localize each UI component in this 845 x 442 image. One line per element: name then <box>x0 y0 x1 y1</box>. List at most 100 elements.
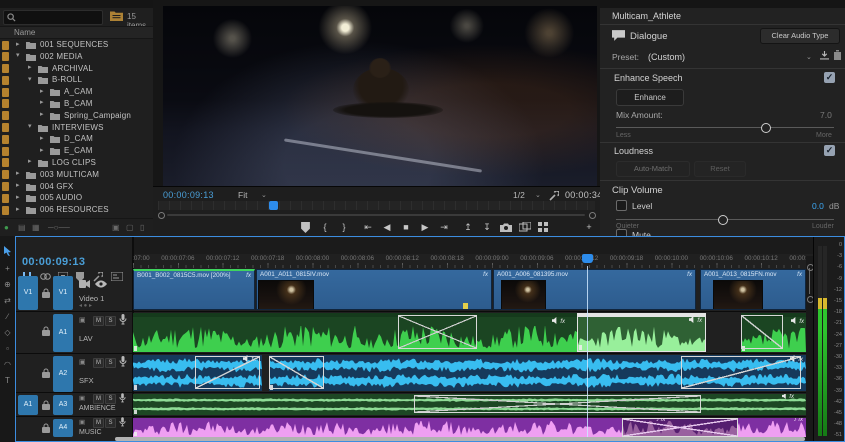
lift-button[interactable]: ↥ <box>460 220 476 234</box>
label-color-chip[interactable] <box>2 182 9 191</box>
twirl-icon[interactable]: ▸ <box>40 110 44 120</box>
monitor-timecode[interactable]: 00:00:09:13 <box>163 190 214 200</box>
zoom-level-select[interactable]: Fit <box>238 190 247 200</box>
settings-wrench-icon[interactable] <box>549 191 559 201</box>
label-color-chip[interactable] <box>2 170 9 179</box>
monitor-scrollbar[interactable] <box>167 214 585 216</box>
enhance-button[interactable]: Enhance <box>616 89 684 106</box>
mark-out-button[interactable]: } <box>336 220 352 234</box>
video-clip[interactable]: A001_A006_081395.mov fx <box>493 269 696 310</box>
extract-button[interactable]: ↧ <box>479 220 495 234</box>
twirl-icon[interactable]: ▾ <box>28 122 32 132</box>
add-button[interactable]: + <box>581 220 597 234</box>
keyframe-nav-icons[interactable]: ◂ ● ▸ <box>79 302 92 309</box>
tree-item-002-media[interactable]: ▾002 MEDIA <box>0 51 153 63</box>
audio-crossfade-transition[interactable] <box>398 315 477 349</box>
track-target-a4[interactable]: A4 <box>53 419 73 437</box>
level-slider-thumb[interactable] <box>718 215 728 225</box>
track-target-a1[interactable]: A1 <box>53 314 73 352</box>
linked-selection-icon[interactable] <box>40 272 51 281</box>
go-to-out-button[interactable]: ⇥ <box>436 220 452 234</box>
track-name[interactable]: AMBIENCE <box>79 405 116 412</box>
add-marker-icon[interactable] <box>301 222 310 233</box>
mix-amount-slider-thumb[interactable] <box>761 123 771 133</box>
pen-tool[interactable]: ▫ <box>0 344 15 353</box>
loudness-checkbox[interactable]: ✓ <box>824 145 835 156</box>
solo-track-button[interactable]: S <box>105 418 116 428</box>
lock-icon[interactable] <box>42 288 50 298</box>
label-color-chip[interactable] <box>2 194 9 203</box>
monitor-mini-timeline[interactable] <box>158 201 595 210</box>
label-color-chip[interactable] <box>2 135 9 144</box>
bin-icon[interactable] <box>110 10 123 21</box>
label-color-chip[interactable] <box>2 123 9 132</box>
voiceover-mic-icon[interactable] <box>119 417 126 427</box>
captions-icon[interactable] <box>111 272 123 281</box>
search-input[interactable] <box>3 10 103 25</box>
level-checkbox[interactable] <box>616 200 627 211</box>
solo-track-button[interactable]: S <box>105 394 116 404</box>
audio-fade-out[interactable] <box>195 356 260 389</box>
tree-item-005-audio[interactable]: ▸005 AUDIO <box>0 192 153 204</box>
source-patch-v1[interactable]: V1 <box>18 276 38 310</box>
twirl-icon[interactable]: ▸ <box>28 63 32 73</box>
twirl-icon[interactable]: ▸ <box>40 98 44 108</box>
new-bin-icon[interactable]: ▣ <box>112 223 120 232</box>
track-name[interactable]: MUSIC <box>79 429 102 436</box>
label-color-chip[interactable] <box>2 52 9 61</box>
chevron-down-icon[interactable]: ⌄ <box>806 53 812 61</box>
tree-item-interviews[interactable]: ▾INTERVIEWS <box>0 122 153 134</box>
tree-item-a-cam[interactable]: ▸A_CAM <box>0 86 153 98</box>
twirl-icon[interactable]: ▾ <box>28 75 32 85</box>
resolution-select[interactable]: 1/2 <box>513 190 525 200</box>
track-name[interactable]: LAV <box>79 334 93 343</box>
tree-item-006-resources[interactable]: ▸006 RESOURCES <box>0 204 153 216</box>
label-color-chip[interactable] <box>2 111 9 120</box>
selection-tool[interactable] <box>4 246 12 256</box>
twirl-icon[interactable]: ▸ <box>16 205 20 215</box>
hand-tool[interactable]: ◠ <box>0 360 15 369</box>
keyframe-icon[interactable]: ▣ <box>79 358 86 366</box>
source-patch-a1[interactable]: A1 <box>18 395 38 415</box>
level-value[interactable]: 0.0 <box>812 201 824 211</box>
twirl-icon[interactable]: ▸ <box>40 87 44 97</box>
play-stop-button[interactable]: ■ <box>398 220 414 234</box>
twirl-icon[interactable]: ▸ <box>16 181 20 191</box>
toggle-track-output-eye-icon[interactable] <box>95 280 107 288</box>
twirl-icon[interactable]: ▸ <box>16 169 20 179</box>
mix-amount-value[interactable]: 7.0 <box>820 110 832 120</box>
twirl-icon[interactable]: ▸ <box>16 40 20 50</box>
zoom-slider[interactable]: ─○── <box>48 223 70 232</box>
timeline-timecode[interactable]: 00:00:09:13 <box>22 256 85 268</box>
audio-fade-in[interactable] <box>269 356 324 389</box>
auto-match-button[interactable]: Auto-Match <box>616 161 690 177</box>
twirl-icon[interactable]: ▾ <box>16 51 20 61</box>
camcorder-icon[interactable] <box>79 280 90 288</box>
audio-fade-in[interactable] <box>741 315 783 349</box>
mute-track-button[interactable]: M <box>93 358 104 368</box>
track-target-v1[interactable]: V1 <box>53 276 73 310</box>
enhance-speech-checkbox[interactable]: ✓ <box>824 72 835 83</box>
icon-view-icon[interactable]: ▦ <box>32 223 40 232</box>
mute-track-button[interactable]: M <box>93 418 104 428</box>
mute-track-button[interactable]: M <box>93 316 104 326</box>
audio-long-crossfade[interactable] <box>414 395 701 413</box>
tree-item-001-sequences[interactable]: ▸001 SEQUENCES <box>0 39 153 51</box>
video-clip[interactable]: A001_A011_0815IV.mov fx <box>256 269 492 310</box>
tree-item-archival[interactable]: ▸ARCHIVAL <box>0 63 153 75</box>
razor-tool[interactable]: ∕ <box>0 312 15 321</box>
audio-fade-out[interactable] <box>681 356 801 389</box>
video-clip[interactable]: A001_A013_0815FN.mov fx <box>700 269 806 310</box>
clear-audio-type-button[interactable]: Clear Audio Type <box>760 28 840 44</box>
tree-item-004-gfx[interactable]: ▸004 GFX <box>0 181 153 193</box>
twirl-icon[interactable]: ▸ <box>28 157 32 167</box>
step-back-button[interactable]: ◀ <box>379 220 395 234</box>
column-header[interactable]: Name <box>0 26 153 39</box>
new-item-icon[interactable]: ▢ <box>126 223 134 232</box>
label-color-chip[interactable] <box>2 206 9 215</box>
label-color-chip[interactable] <box>2 147 9 156</box>
delete-icon[interactable]: ▯ <box>140 223 144 232</box>
keyframe-icon[interactable]: ▣ <box>79 394 85 402</box>
voiceover-mic-icon[interactable] <box>119 314 127 325</box>
tree-item-003-multicam[interactable]: ▸003 MULTICAM <box>0 169 153 181</box>
